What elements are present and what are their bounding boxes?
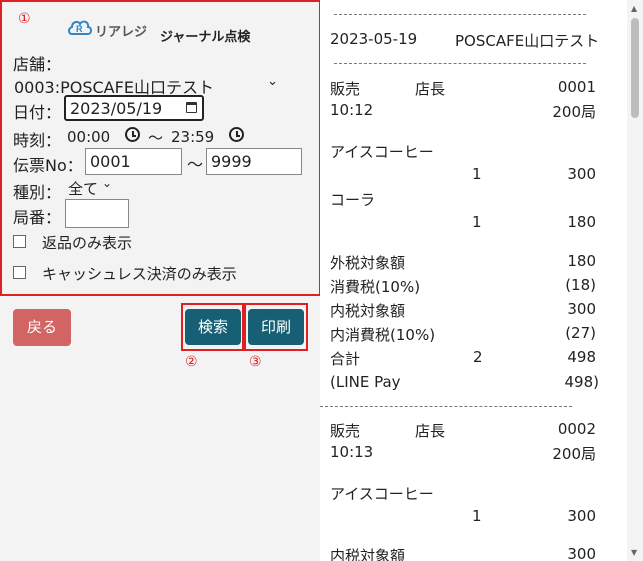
cloud-logo-icon: R: [68, 20, 92, 35]
chevron-down-icon: ⌄: [267, 74, 278, 89]
clock-icon[interactable]: [229, 127, 244, 142]
receipt-staff: 店長: [415, 80, 446, 98]
receipt-time: 10:12: [330, 101, 374, 119]
store-label: 店舗：: [13, 55, 62, 74]
cashless-only-label[interactable]: キャッシュレス決済のみ表示: [42, 263, 237, 284]
cashless-only-checkbox[interactable]: [13, 266, 26, 279]
time-separator: ～: [148, 129, 164, 147]
summary-label: 消費税(10%): [330, 278, 421, 296]
receipt-type: 販売: [330, 80, 361, 98]
scrollbar[interactable]: ▲ ▼: [627, 0, 643, 561]
receipt-slip: 0001: [557, 78, 596, 96]
slip-no-label: 伝票No：: [13, 156, 83, 175]
summary-label: (LINE Pay: [330, 373, 401, 391]
date-input[interactable]: 2023/05/19: [64, 95, 204, 121]
summary-amount: 300: [567, 545, 596, 561]
time-to-value[interactable]: 23:59: [171, 128, 214, 146]
clock-icon[interactable]: [125, 127, 140, 142]
time-label: 時刻：: [13, 131, 62, 150]
time-from-value[interactable]: 00:00: [67, 128, 110, 146]
receipt-staff: 店長: [415, 422, 446, 440]
chevron-down-icon: ⌄: [102, 176, 113, 190]
page-title: ジャーナル点検: [160, 30, 251, 45]
back-button[interactable]: 戻る: [13, 309, 71, 346]
item-name: アイスコーヒー: [330, 485, 434, 503]
receipt-slip: 0002: [557, 420, 596, 438]
summary-label: 内税対象額: [330, 547, 406, 561]
date-value: 2023/05/19: [70, 99, 163, 118]
receipt-time: 10:13: [330, 443, 374, 461]
receipt-register: 200局: [552, 445, 596, 463]
type-select[interactable]: 全て ⌄: [68, 176, 118, 198]
summary-amount: 300: [567, 300, 596, 318]
scroll-down-icon[interactable]: ▼: [631, 548, 637, 557]
store-select[interactable]: 0003:POSCAFE山口テスト ⌄: [14, 74, 280, 97]
journal-date: 2023-05-19: [330, 30, 418, 48]
scroll-up-icon[interactable]: ▲: [631, 4, 637, 13]
summary-amount: 498): [564, 373, 599, 391]
slip-to-input[interactable]: 9999: [206, 148, 302, 175]
receipt-type: 販売: [330, 422, 361, 440]
slip-from-input[interactable]: 0001: [85, 148, 182, 175]
summary-label: 内税対象額: [330, 302, 406, 320]
item-qty: 1: [472, 213, 482, 231]
logo-text: リアレジ: [95, 25, 148, 40]
slip-to-value: 9999: [211, 152, 252, 171]
register-input[interactable]: [65, 199, 129, 228]
receipt-register: 200局: [552, 103, 596, 121]
slip-from-value: 0001: [90, 152, 131, 171]
returns-only-label[interactable]: 返品のみ表示: [42, 232, 132, 253]
search-button[interactable]: 検索: [185, 309, 241, 345]
item-amount: 300: [567, 165, 596, 183]
annotation-1: ①: [18, 11, 31, 27]
calendar-icon[interactable]: [186, 102, 197, 113]
summary-amount: (27): [565, 324, 596, 342]
journal-panel: 2023-05-19 POSCAFE山口テスト 販売 店長 0001 10:12…: [320, 0, 643, 561]
type-label: 種別：: [13, 183, 62, 202]
summary-amount: 180: [567, 252, 596, 270]
item-qty: 1: [472, 165, 482, 183]
returns-only-checkbox[interactable]: [13, 235, 26, 248]
divider: [320, 406, 572, 407]
item-name: コーラ: [330, 191, 376, 209]
item-qty: 1: [472, 507, 482, 525]
summary-label: 合計: [330, 350, 361, 368]
summary-amount: (18): [565, 276, 596, 294]
type-select-value: 全て: [68, 180, 99, 198]
date-label: 日付：: [13, 103, 62, 122]
item-amount: 180: [567, 213, 596, 231]
item-name: アイスコーヒー: [330, 143, 434, 161]
summary-amount: 498: [567, 348, 596, 366]
item-amount: 300: [567, 507, 596, 525]
svg-text:R: R: [76, 24, 83, 34]
summary-qty: 2: [473, 348, 483, 366]
scrollbar-thumb[interactable]: [631, 18, 639, 118]
summary-label: 内消費税(10%): [330, 326, 436, 344]
annotation-2: ②: [185, 354, 198, 370]
search-panel: ① R リアレジ ジャーナル点検 店舗： 0003:POSCAFE山口テスト ⌄…: [0, 0, 321, 561]
divider: [334, 14, 586, 15]
journal-store: POSCAFE山口テスト: [455, 32, 600, 50]
divider: [334, 63, 586, 64]
annotation-3: ③: [249, 354, 262, 370]
print-button[interactable]: 印刷: [248, 309, 304, 345]
register-label: 局番：: [13, 208, 62, 227]
summary-label: 外税対象額: [330, 254, 406, 272]
slip-separator: ～: [187, 155, 204, 174]
